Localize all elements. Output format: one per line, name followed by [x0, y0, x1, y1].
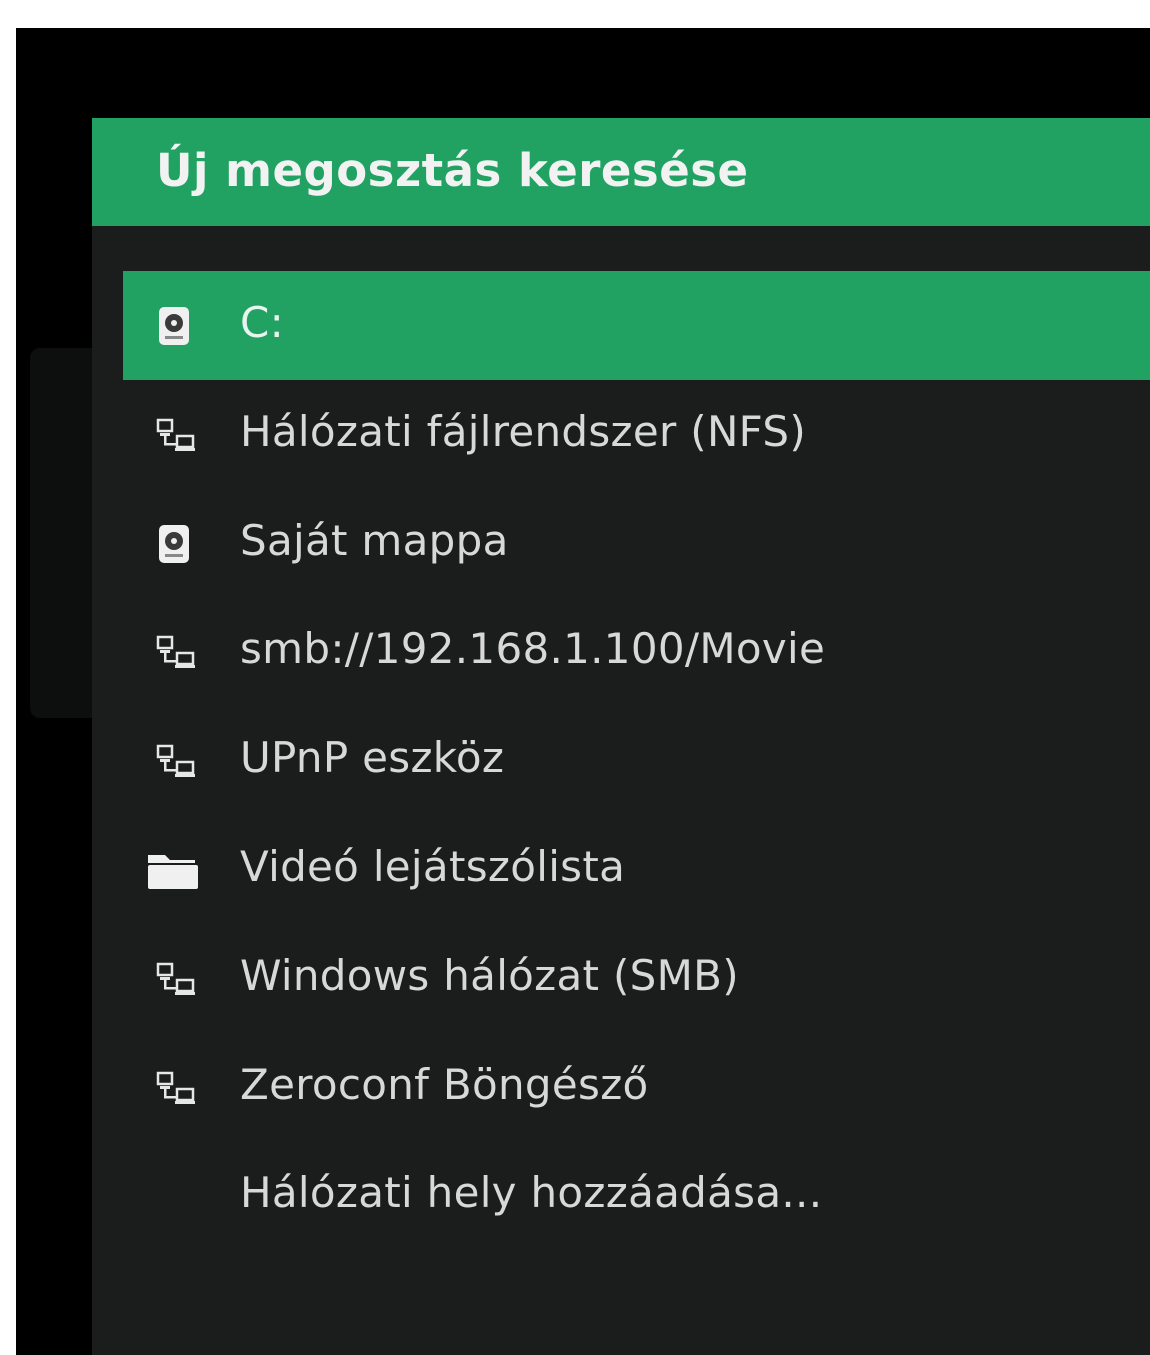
source-item-label: smb://192.168.1.100/Movie	[240, 624, 826, 674]
network-icon	[153, 958, 199, 1000]
network-icon	[153, 740, 199, 782]
dialog-header: Új megosztás keresése	[92, 118, 1150, 226]
source-item-label: Hálózati fájlrendszer (NFS)	[240, 406, 807, 456]
source-item-label: Hálózati hely hozzáadása...	[240, 1168, 823, 1218]
source-item-upnp[interactable]: UPnP eszköz	[123, 706, 1150, 815]
source-item-c-drive[interactable]: C:	[123, 271, 1150, 380]
source-item-label: UPnP eszköz	[240, 733, 505, 783]
screen: Új megosztás keresése C: Hálózati fájlre…	[16, 28, 1150, 1355]
source-item-smb-movie[interactable]: smb://192.168.1.100/Movie	[123, 597, 1150, 706]
browse-source-dialog: Új megosztás keresése C: Hálózati fájlre…	[92, 118, 1150, 1355]
folder-icon	[148, 849, 199, 891]
add-network-location-item[interactable]: Hálózati hely hozzáadása...	[123, 1141, 1150, 1250]
source-item-label: Windows hálózat (SMB)	[240, 950, 739, 1000]
source-item-label: Videó lejátszólista	[240, 841, 626, 891]
network-icon	[153, 631, 199, 673]
source-item-video-playlist[interactable]: Videó lejátszólista	[123, 815, 1150, 924]
hard-drive-icon	[153, 523, 199, 565]
source-item-zeroconf[interactable]: Zeroconf Böngésző	[123, 1033, 1150, 1142]
dialog-title: Új megosztás keresése	[156, 144, 749, 197]
source-item-home-folder[interactable]: Saját mappa	[123, 489, 1150, 598]
source-item-nfs[interactable]: Hálózati fájlrendszer (NFS)	[123, 380, 1150, 489]
source-list: C: Hálózati fájlrendszer (NFS) Saját map…	[123, 271, 1150, 1250]
hard-drive-icon	[153, 305, 199, 347]
source-item-label: C:	[240, 298, 285, 347]
source-item-windows-network[interactable]: Windows hálózat (SMB)	[123, 924, 1150, 1033]
source-item-label: Zeroconf Böngésző	[240, 1059, 649, 1109]
source-item-label: Saját mappa	[240, 515, 509, 565]
network-icon	[153, 1067, 199, 1109]
network-icon	[153, 414, 199, 456]
